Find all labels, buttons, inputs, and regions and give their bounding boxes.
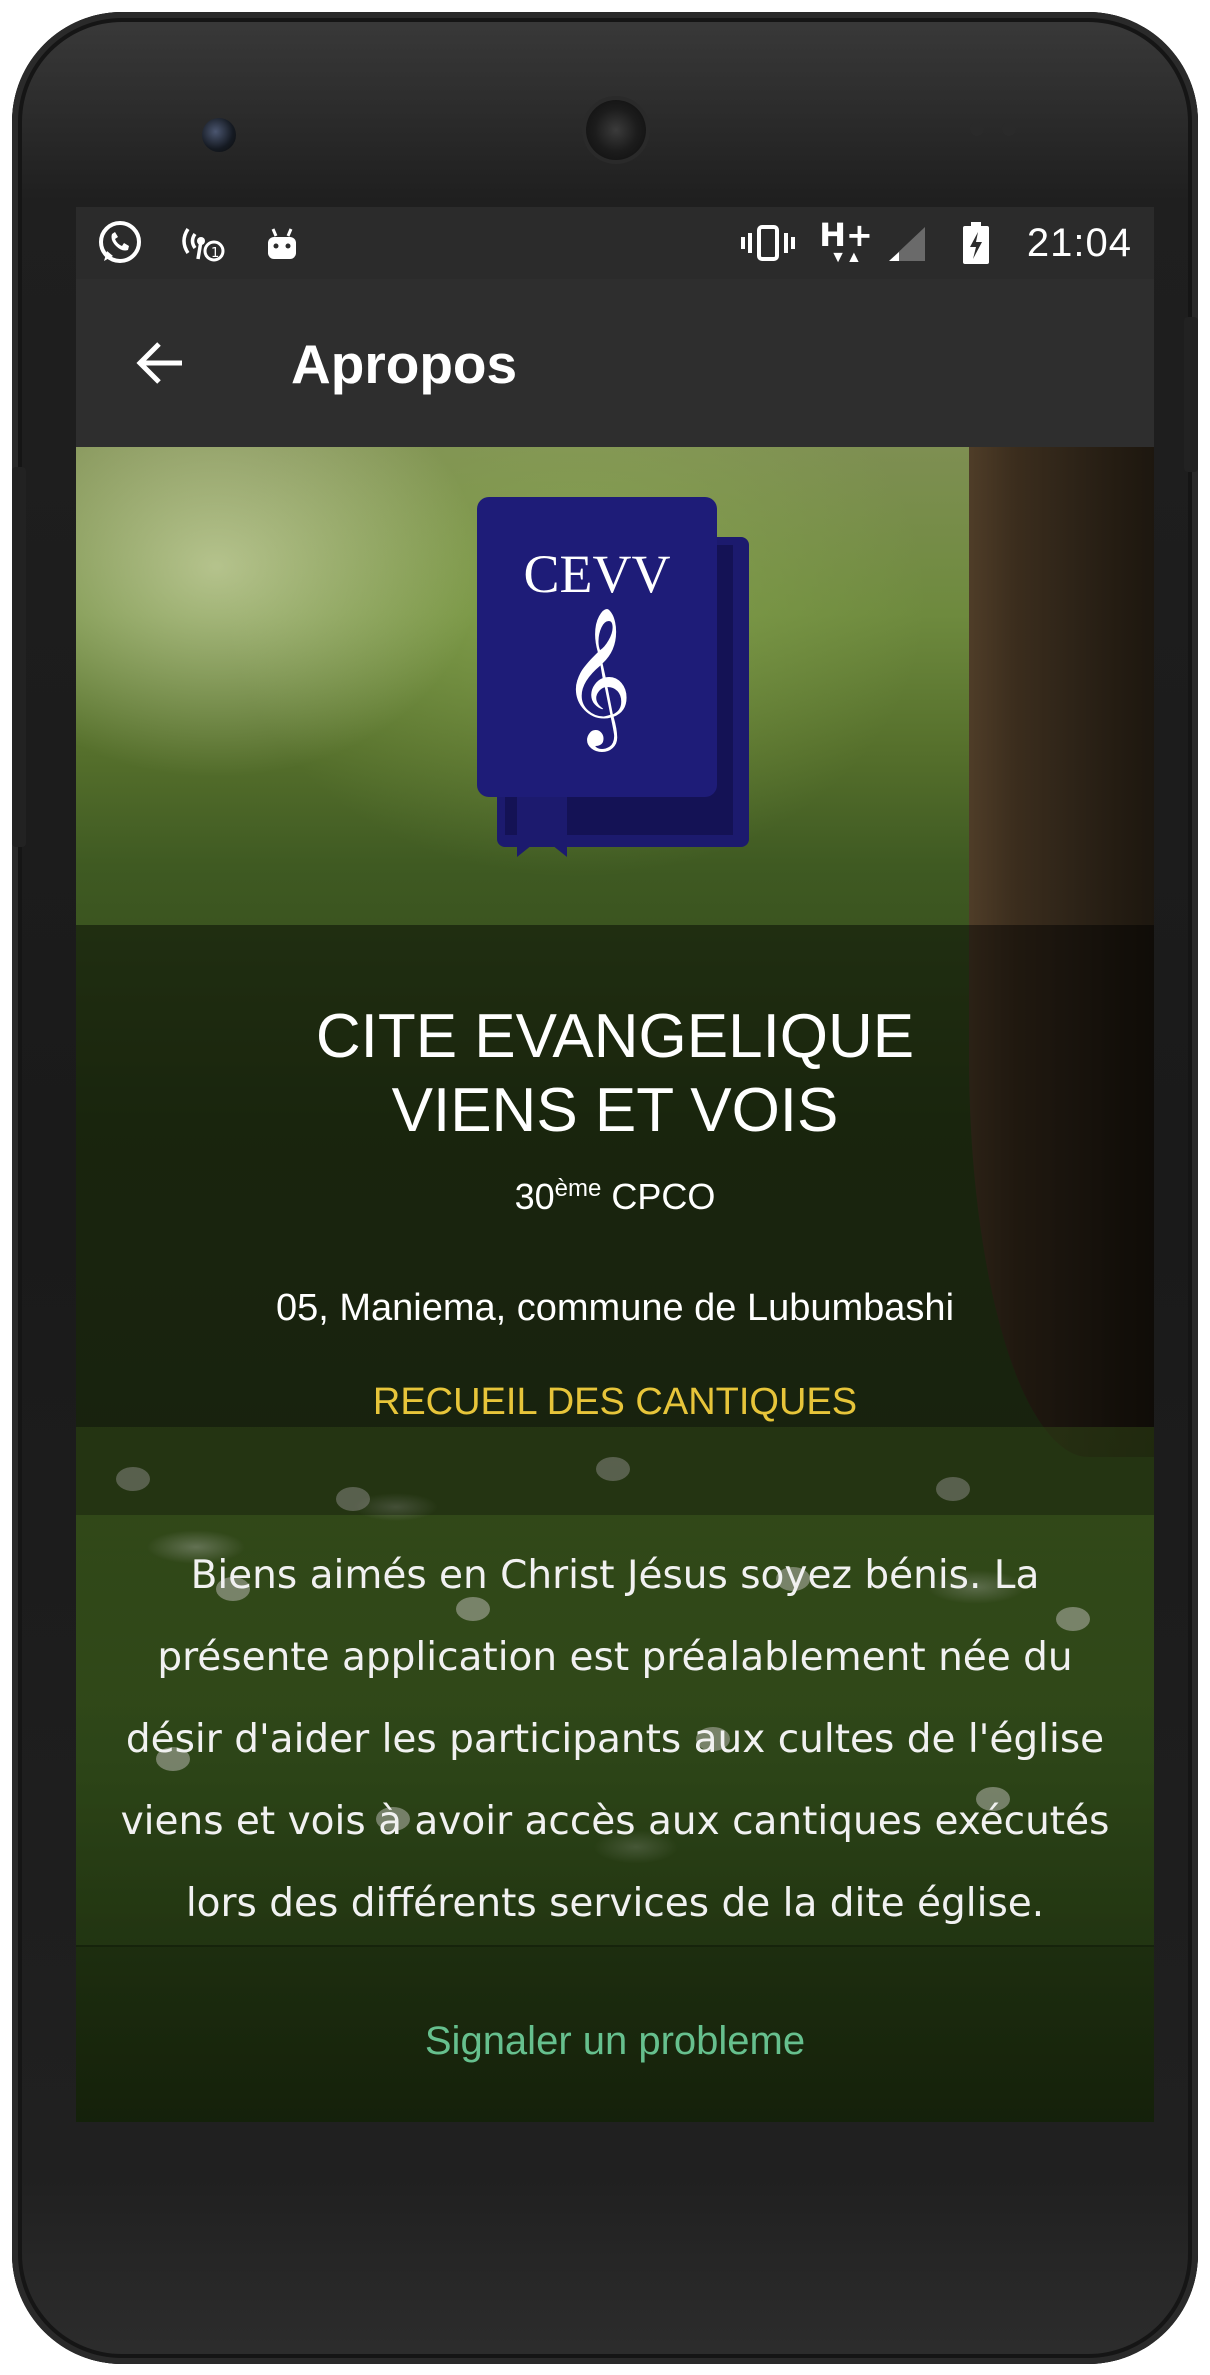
whatsapp-icon [94, 219, 146, 267]
subtitle-superscript: ème [554, 1175, 602, 1202]
vibrate-icon [738, 219, 798, 267]
cevv-logo: CEVV 𝄞 [477, 497, 749, 857]
church-name: CITE EVANGELIQUE VIENS ET VOIS [315, 1002, 915, 1145]
signal-icon [882, 219, 932, 267]
volume-button [12, 467, 26, 847]
svg-text:1: 1 [211, 246, 219, 261]
front-camera [202, 118, 236, 152]
church-subtitle: 30ème CPCO [76, 1175, 1154, 1218]
data-arrows-icon: ▼▲ [830, 249, 862, 266]
power-button [1184, 317, 1198, 472]
back-button[interactable] [116, 319, 204, 407]
treble-clef-icon: 𝄞 [562, 607, 633, 752]
logo-area: CEVV 𝄞 [76, 447, 1154, 925]
report-panel: Signaler un probleme [76, 1947, 1154, 2122]
network-type-label: H+ [819, 216, 873, 254]
recueil-des-cantiques-link[interactable]: RECUEIL DES CANTIQUES [76, 1381, 1154, 1424]
report-problem-link[interactable]: Signaler un probleme [76, 2019, 1154, 2064]
status-bar: 1 H+ ▼▲ 21:04 [76, 207, 1154, 279]
logo-text: CEVV [524, 544, 671, 604]
about-content: CEVV 𝄞 CITE EVANGELIQUE VIENS ET VOIS 30… [76, 447, 1154, 2122]
subtitle-number: 30 [514, 1176, 555, 1217]
battery-charging-icon [956, 219, 996, 267]
status-time: 21:04 [1026, 221, 1132, 265]
church-info-panel: CITE EVANGELIQUE VIENS ET VOIS 30ème CPC… [76, 925, 1154, 1515]
page-title: Apropos [291, 333, 518, 395]
screen: 1 H+ ▼▲ 21:04 Apropos CEVV 𝄞 CITE EVANGE… [76, 207, 1154, 2122]
description-panel: Biens aimés en Christ Jésus soyez bénis.… [76, 1515, 1154, 1945]
app-bar: Apropos [76, 279, 1154, 447]
subtitle-suffix: CPCO [601, 1176, 716, 1217]
proximity-sensor [970, 122, 984, 136]
earpiece-speaker [586, 100, 646, 160]
phone-frame: 1 H+ ▼▲ 21:04 Apropos CEVV 𝄞 CITE EVANGE… [12, 12, 1198, 2364]
light-sensor [1002, 122, 1016, 136]
church-address: 05, Maniema, commune de Lubumbashi [275, 1287, 955, 1329]
app-description: Biens aimés en Christ Jésus soyez bénis.… [120, 1553, 1110, 1926]
network-hplus-icon: H+ ▼▲ [816, 219, 876, 267]
hotspot-icon: 1 [176, 219, 228, 267]
arrow-left-icon [136, 342, 182, 384]
android-icon [256, 219, 308, 267]
